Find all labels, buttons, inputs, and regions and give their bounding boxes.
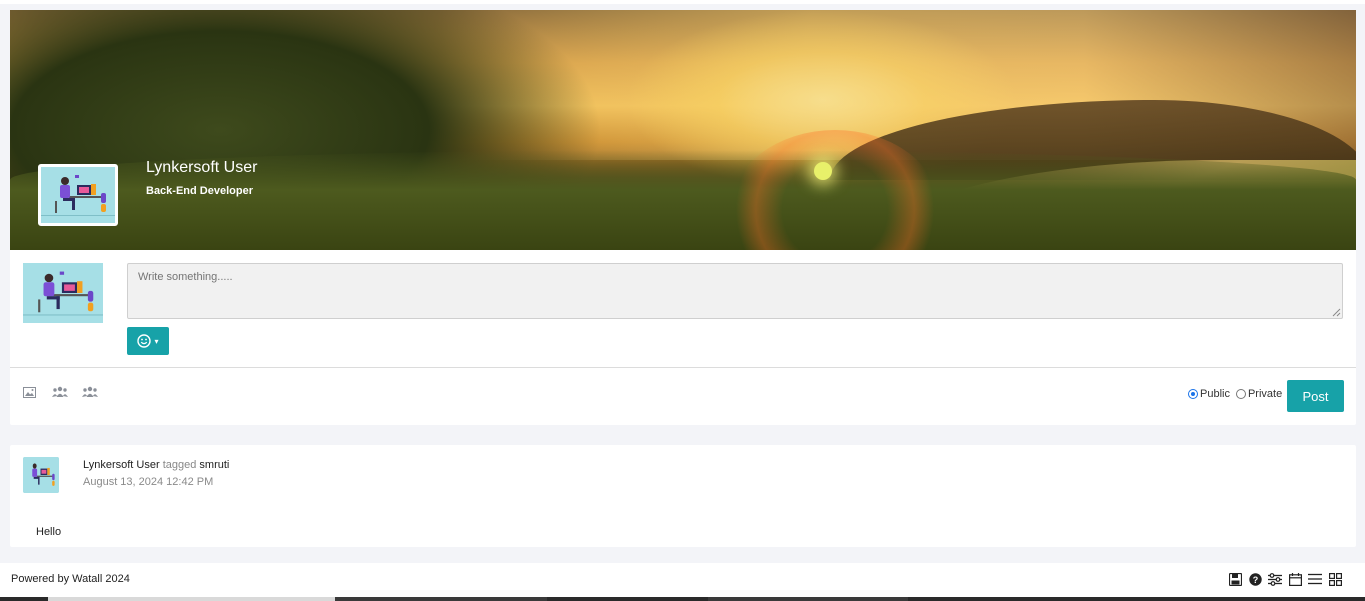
public-label: Public (1200, 388, 1230, 400)
tagged-word: tagged (162, 459, 197, 471)
calendar-icon[interactable] (1288, 572, 1302, 586)
composer-avatar (23, 263, 103, 323)
svg-text:?: ? (1252, 575, 1258, 585)
post-author-name[interactable]: Lynkersoft User (83, 459, 160, 471)
developer-illustration-icon (41, 167, 115, 223)
smiley-icon (137, 334, 152, 348)
footer: Powered by Watall 2024 ? (0, 563, 1365, 597)
resize-grip-icon[interactable] (1332, 308, 1341, 317)
save-icon[interactable] (1228, 572, 1242, 586)
image-icon (23, 386, 36, 398)
divider (10, 367, 1356, 368)
tagged-user[interactable]: smruti (199, 459, 229, 471)
sliders-icon[interactable] (1268, 572, 1282, 586)
visibility-options: Public Private (1188, 388, 1286, 400)
os-taskbar (0, 597, 1365, 601)
post-input[interactable] (127, 263, 1343, 319)
developer-illustration-icon (23, 457, 59, 493)
post-timestamp: August 13, 2024 12:42 PM (83, 476, 214, 488)
profile-card: Lynkersoft User Back-End Developer Write… (10, 10, 1356, 425)
profile-avatar[interactable] (38, 164, 118, 226)
taskbar-segment[interactable] (48, 597, 335, 601)
share-group-button[interactable] (82, 385, 98, 399)
taskbar-segment[interactable] (335, 597, 547, 601)
profile-role: Back-End Developer (146, 185, 253, 197)
public-radio[interactable] (1188, 389, 1198, 399)
tag-people-button[interactable] (52, 385, 68, 399)
cover-photo: Lynkersoft User Back-End Developer (10, 10, 1356, 250)
developer-illustration-icon (23, 263, 103, 323)
group-icon (82, 386, 98, 397)
add-image-button[interactable] (23, 385, 36, 399)
top-strip (0, 0, 1365, 4)
group-icon (52, 386, 68, 397)
sun (814, 162, 832, 180)
private-radio[interactable] (1235, 389, 1246, 399)
emoji-button[interactable]: ▾ (127, 327, 169, 355)
post-author-avatar[interactable] (23, 457, 59, 493)
footer-text: Powered by Watall 2024 (11, 573, 130, 585)
list-icon[interactable] (1308, 572, 1322, 586)
post-header: Lynkersoft User tagged smruti (83, 459, 229, 471)
feed-post: Lynkersoft User tagged smruti August 13,… (10, 445, 1356, 547)
taskbar-segment[interactable] (708, 597, 908, 601)
chevron-down-icon: ▾ (154, 336, 159, 346)
post-button[interactable]: Post (1287, 380, 1344, 412)
help-icon[interactable]: ? (1248, 572, 1262, 586)
grid-icon[interactable] (1328, 572, 1342, 586)
footer-toolbar: ? (1228, 572, 1342, 586)
post-text: Hello (36, 526, 62, 538)
profile-name: Lynkersoft User (146, 159, 258, 176)
private-label: Private (1247, 388, 1283, 400)
